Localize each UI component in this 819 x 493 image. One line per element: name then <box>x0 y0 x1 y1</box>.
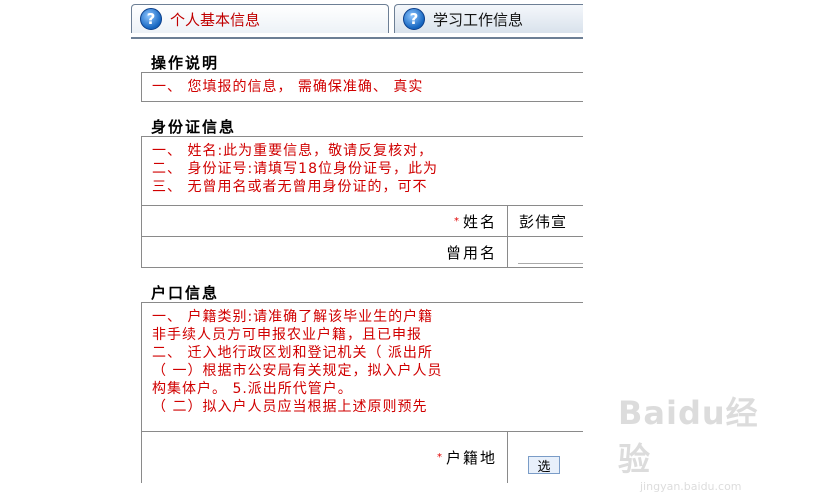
required-mark: * <box>436 452 444 463</box>
watermark-main: Baidu经验 <box>618 394 759 478</box>
former-name-row: 曾用名 <box>141 236 583 268</box>
note-line: （ 二）拟入户人员应当根据上述原则预先 <box>152 399 428 415</box>
note-line: 一、 户籍类别:请准确了解该毕业生的户籍 <box>152 309 434 325</box>
operation-notes: 一、 您填报的信息， 需确保准确、 真实 <box>141 72 583 102</box>
tab-label: 学习工作信息 <box>433 10 524 29</box>
watermark-sub: jingyan.baidu.com <box>640 480 742 493</box>
tab-label: 个人基本信息 <box>170 10 261 29</box>
required-mark: * <box>453 215 461 227</box>
tab-bar: ? 个人基本信息 ? 学习工作信息 <box>131 4 583 39</box>
note-line: 非手续人员方可申报农业户籍，且已申报 <box>152 327 422 343</box>
registration-row: * 户籍地 选 <box>141 431 583 483</box>
select-button[interactable]: 选 <box>528 456 560 475</box>
former-name-label: 曾用名 <box>142 237 508 267</box>
note-line: 一、 您填报的信息， 需确保准确、 真实 <box>152 79 424 95</box>
registration-label: * 户籍地 <box>142 432 508 483</box>
identity-notes: 一、 姓名:此为重要信息，敬请反复核对， 二、 身份证号:请填写18位身份证号，… <box>141 136 583 206</box>
note-line: 三、 无曾用名或者无曾用身份证的，可不 <box>152 179 428 195</box>
registration-label-text: 户籍地 <box>445 449 497 467</box>
household-notes: 一、 户籍类别:请准确了解该毕业生的户籍 非手续人员方可申报农业户籍，且已申报 … <box>141 302 583 432</box>
form-frame: ? 个人基本信息 ? 学习工作信息 操作说明 一、 您填报的信息， 需确保准确、… <box>131 0 583 483</box>
tab-study-work-info[interactable]: ? 学习工作信息 <box>394 4 583 33</box>
help-icon: ? <box>140 8 162 30</box>
household-title: 户口信息 <box>151 284 220 302</box>
name-label: * 姓名 <box>142 206 508 236</box>
note-line: （ 一）根据市公安局有关规定，拟入户人员 <box>152 363 443 379</box>
identity-title: 身份证信息 <box>151 118 237 136</box>
note-line: 二、 身份证号:请填写18位身份证号，此为 <box>152 161 438 177</box>
former-name-input[interactable] <box>518 243 583 264</box>
name-value[interactable]: 彭伟宣 <box>519 206 567 236</box>
note-line: 二、 迁入地行政区划和登记机关（ 派出所 <box>152 345 433 361</box>
note-line: 构集体户。 5.派出所代管户。 <box>152 381 353 397</box>
note-line: 一、 姓名:此为重要信息，敬请反复核对， <box>152 143 434 159</box>
tab-personal-info[interactable]: ? 个人基本信息 <box>131 4 389 33</box>
name-label-text: 姓名 <box>462 212 497 231</box>
name-row: * 姓名 彭伟宣 <box>141 205 583 237</box>
operation-title: 操作说明 <box>151 54 220 72</box>
watermark-logo: Baidu经验 jingyan.baidu.com <box>618 388 778 493</box>
help-icon: ? <box>403 8 425 30</box>
tab-divider <box>131 37 583 39</box>
former-name-label-text: 曾用名 <box>445 243 497 262</box>
